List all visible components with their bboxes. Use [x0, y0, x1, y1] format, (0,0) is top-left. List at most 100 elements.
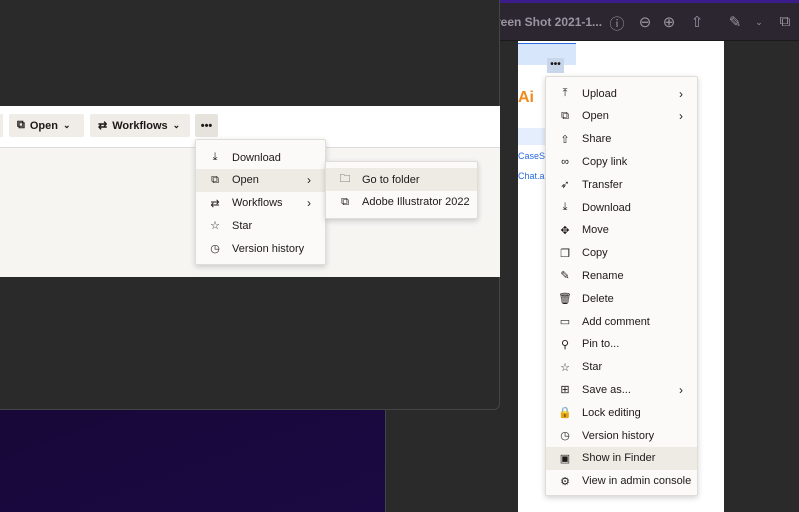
- chevron-down-icon: ⌄: [172, 120, 181, 130]
- menu-item-label: Upload: [582, 87, 617, 100]
- menu-item[interactable]: ☆ Star: [546, 356, 697, 379]
- transfer-icon: ➶: [560, 179, 570, 192]
- preview-title: reen Shot 2021-1...: [496, 15, 603, 29]
- menu-item[interactable]: ⧉ Open ›: [196, 168, 325, 192]
- workflows-icon: ⇄: [210, 197, 220, 210]
- workflows-label: Workflows: [112, 119, 168, 132]
- open-button[interactable]: ⧉ Open ⌄: [9, 114, 84, 137]
- lock-icon: 🔒: [558, 407, 572, 420]
- file-context-menu: ⤒ Upload › ⧉ Open › ⇧ Share ∞ Copy link ➶ Transfer ⤓…: [545, 76, 698, 496]
- menu-item-label: Rename: [582, 269, 624, 282]
- open-external-icon: ⧉: [561, 109, 569, 122]
- context-menu: ⤓ Download ⧉ Open › ⇄ Workflows › ☆ Star ◷ Version …: [195, 139, 326, 265]
- menu-item-label: Delete: [582, 292, 614, 305]
- chevron-right-icon: ›: [679, 109, 683, 124]
- open-label: Open: [29, 119, 58, 132]
- open-submenu: 🗀 Go to folder ⧉ Adobe Illustrator 2022: [325, 161, 478, 219]
- menu-item[interactable]: ❐ Copy: [546, 242, 697, 265]
- menu-item[interactable]: ⧉ Adobe Illustrator 2022: [326, 191, 477, 214]
- menu-item[interactable]: 🗑 Delete: [546, 287, 697, 310]
- menu-item[interactable]: ✥ Move: [546, 219, 697, 242]
- menu-item[interactable]: ⊞ Save as... ›: [546, 378, 697, 401]
- star-icon: ☆: [210, 220, 220, 233]
- markup-pen-icon[interactable]: ✎: [726, 13, 744, 31]
- rotate-icon[interactable]: ⧉: [776, 13, 794, 30]
- menu-item-label: Lock editing: [582, 406, 641, 419]
- download-icon: ⤓: [562, 201, 568, 213]
- zoom-in-icon[interactable]: ⊕: [660, 13, 678, 31]
- open-external-icon: ⧉: [341, 195, 349, 208]
- menu-item[interactable]: ◷ Version history: [546, 424, 697, 447]
- menu-item-label: Show in Finder: [582, 452, 656, 465]
- menu-item-label: Open: [582, 110, 609, 123]
- chevron-right-icon: ›: [307, 196, 311, 211]
- share-icon[interactable]: ⇧: [688, 13, 706, 31]
- save-as-icon: ⊞: [560, 384, 570, 397]
- star-icon: ☆: [560, 361, 570, 374]
- pencil-icon: ✎: [560, 270, 570, 283]
- file-link[interactable]: Chat.ai: [518, 171, 547, 181]
- menu-item-label: Adobe Illustrator 2022: [362, 196, 470, 209]
- workflows-icon: ⇄: [98, 120, 108, 132]
- menu-item-label: Transfer: [582, 178, 623, 191]
- chevron-down-icon[interactable]: ⌄: [750, 17, 768, 28]
- menu-item-label: Save as...: [582, 383, 631, 396]
- menu-item[interactable]: ◷ Version history: [196, 237, 325, 260]
- ai-file-icon: Ai: [518, 89, 534, 106]
- menu-item-label: Add comment: [582, 315, 650, 328]
- menu-item[interactable]: ☆ Star: [196, 214, 325, 237]
- clock-icon: ◷: [210, 243, 220, 256]
- menu-item-label: Share: [582, 133, 612, 146]
- info-icon[interactable]: ⓘ: [608, 13, 626, 34]
- menu-item[interactable]: ⤓ Download: [546, 196, 697, 219]
- menu-item[interactable]: ▣ Show in Finder: [546, 446, 697, 470]
- chevron-right-icon: ›: [679, 86, 683, 101]
- menu-item-label: Copy link: [582, 155, 628, 168]
- menu-item-label: Go to folder: [362, 173, 420, 186]
- move-icon: ✥: [560, 224, 570, 237]
- open-external-icon: ⧉: [17, 119, 25, 131]
- page-more-button[interactable]: •••: [547, 58, 564, 73]
- menu-item[interactable]: ⚲ Pin to...: [546, 333, 697, 356]
- menu-item[interactable]: ⚙ View in admin console: [546, 470, 697, 493]
- clock-icon: ◷: [560, 430, 570, 442]
- more-actions-button[interactable]: •••: [195, 114, 218, 137]
- comment-icon: ▭: [559, 316, 571, 328]
- workflows-button[interactable]: ⇄ Workflows ⌄: [90, 114, 190, 137]
- menu-item[interactable]: ⇧ Share: [546, 128, 697, 151]
- menu-item[interactable]: ▭ Add comment: [546, 310, 697, 333]
- trash-icon: 🗑: [558, 293, 572, 306]
- menu-item-label: Version history: [582, 429, 655, 442]
- copy-icon: ❐: [560, 247, 570, 260]
- pin-icon: ⚲: [560, 338, 570, 351]
- menu-item-label: Open: [232, 174, 259, 187]
- menu-item-label: Copy: [582, 247, 608, 260]
- open-external-icon: ⧉: [211, 173, 219, 186]
- link-icon: ∞: [561, 155, 569, 168]
- menu-item[interactable]: ⧉ Open ›: [546, 105, 697, 128]
- finder-icon: ▣: [559, 452, 571, 465]
- menu-item-label: View in admin console: [582, 475, 692, 488]
- menu-item-label: Workflows: [232, 197, 283, 210]
- menu-item[interactable]: ⇄ Workflows ›: [196, 192, 325, 215]
- chevron-right-icon: ›: [679, 382, 683, 397]
- menu-item[interactable]: ✎ Rename: [546, 264, 697, 287]
- menu-item-label: Pin to...: [582, 338, 620, 351]
- menu-item[interactable]: ⤓ Download: [196, 146, 325, 169]
- menu-item[interactable]: 🗀 Go to folder: [326, 168, 477, 191]
- share-icon: ⇧: [560, 133, 570, 146]
- menu-item-label: Download: [582, 201, 631, 214]
- menu-item-label: Star: [232, 219, 253, 232]
- folder-search-icon: 🗀: [339, 173, 351, 185]
- menu-item-label: Move: [582, 224, 609, 237]
- menu-item[interactable]: 🔒 Lock editing: [546, 401, 697, 424]
- zoom-out-icon[interactable]: ⊖: [636, 13, 654, 31]
- menu-item[interactable]: ➶ Transfer: [546, 173, 697, 196]
- gear-icon: ⚙: [560, 475, 570, 488]
- file-link[interactable]: CaseS.: [518, 151, 548, 161]
- download-icon: ⤓: [212, 151, 218, 163]
- menu-item-label: Version history: [232, 242, 305, 255]
- menu-item[interactable]: ∞ Copy link: [546, 150, 697, 173]
- chevron-right-icon: ›: [307, 173, 311, 188]
- menu-item[interactable]: ⤒ Upload ›: [546, 82, 697, 105]
